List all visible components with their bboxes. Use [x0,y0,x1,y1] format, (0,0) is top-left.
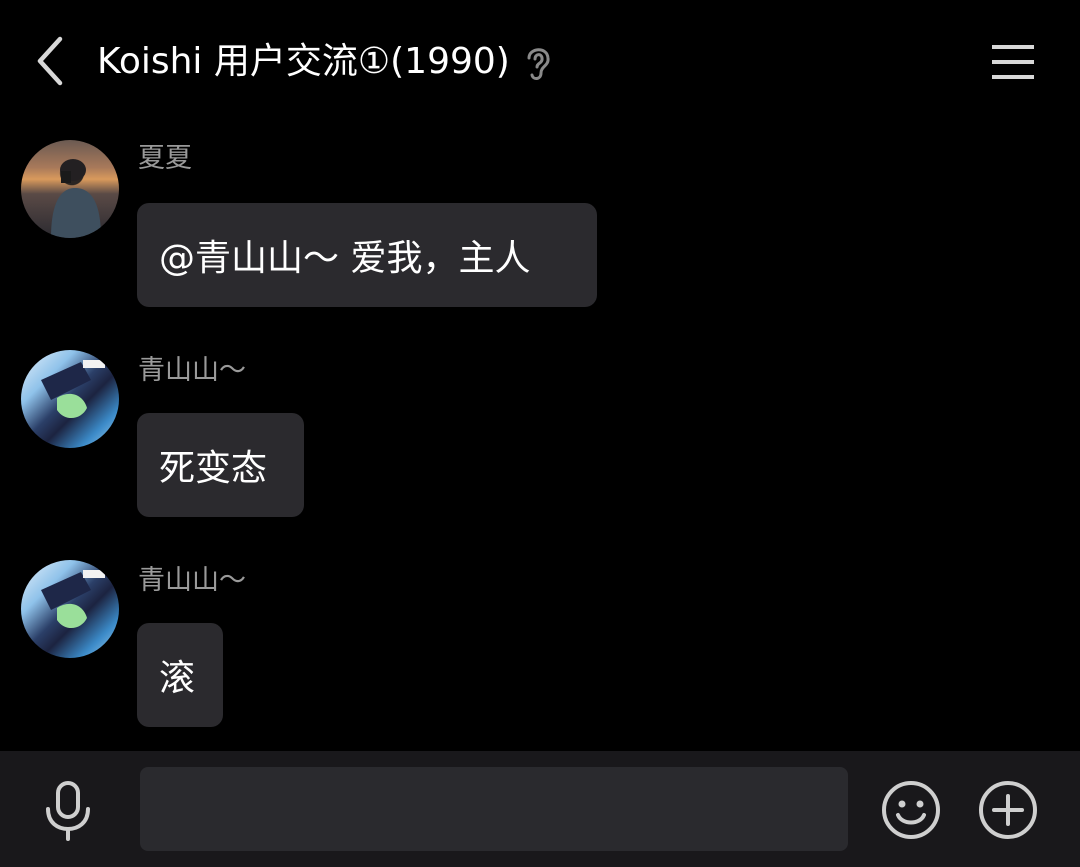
avatar-image [51,159,101,238]
message-input[interactable] [140,767,848,851]
chat-header: Koishi 用户交流①(1990) [0,0,1080,124]
plus-circle-icon[interactable] [977,779,1039,841]
menu-button[interactable] [985,34,1041,90]
ear-icon [527,48,550,80]
message-bubble[interactable]: @青山山〜 爱我，主人 [137,203,597,307]
chat-title: Koishi 用户交流①(1990) [97,41,510,82]
avatar[interactable] [21,350,119,448]
message-bubble[interactable]: 滚 [137,623,223,727]
back-button[interactable] [22,32,78,90]
avatar-image [41,570,105,629]
microphone-icon [46,781,90,841]
avatar[interactable] [21,140,119,238]
sender-name: 青山山〜 [138,565,246,596]
smiley-face-icon[interactable] [880,779,942,841]
chevron-left-icon [37,36,63,86]
hamburger-menu-icon [992,45,1034,79]
sender-name: 夏夏 [138,143,192,174]
avatar-image [41,360,105,419]
avatar[interactable] [21,560,119,658]
message-bubble[interactable]: 死变态 [137,413,304,517]
input-bar [0,751,1080,867]
voice-button[interactable] [36,779,100,843]
sender-name: 青山山〜 [138,355,246,386]
